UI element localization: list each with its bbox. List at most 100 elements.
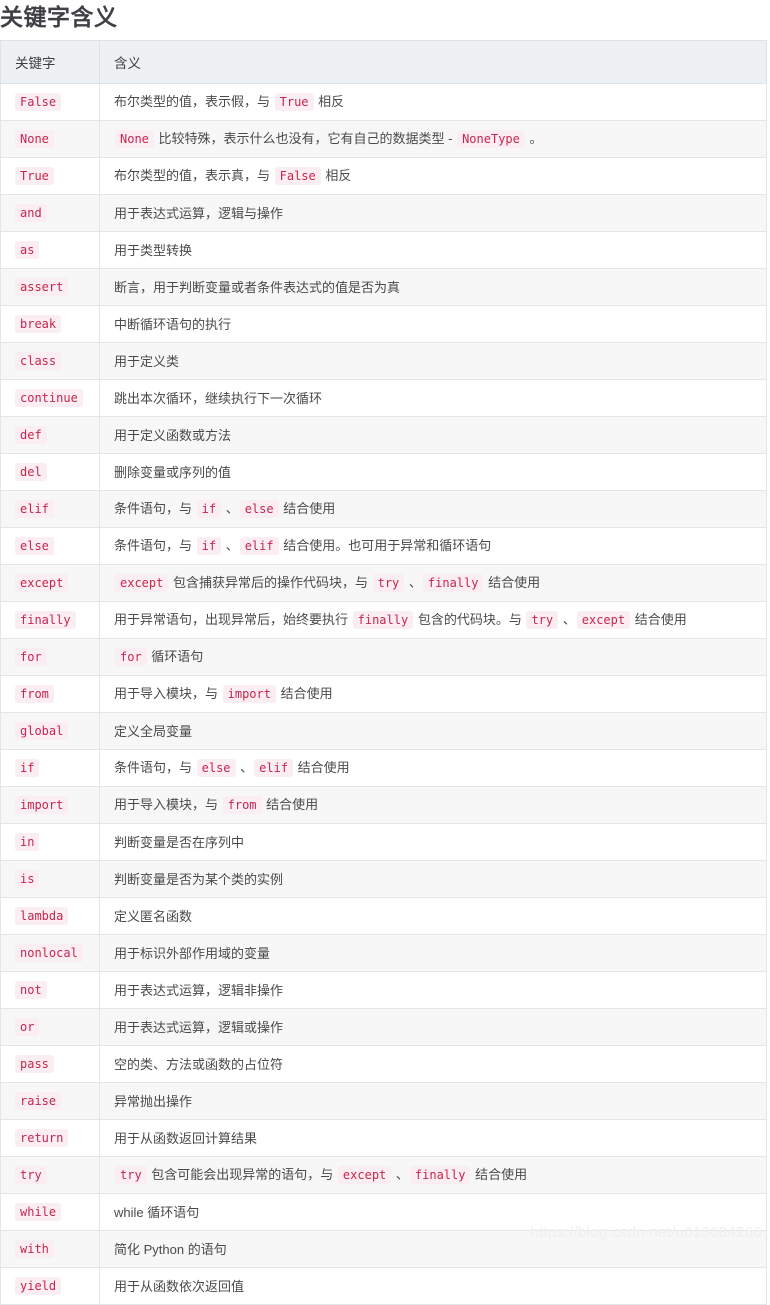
inline-code: NoneType — [457, 130, 525, 148]
table-row: pass 空的类、方法或函数的占位符 — [0, 1045, 767, 1083]
keyword-badge: and — [15, 204, 47, 222]
table-header: 关键字 含义 — [0, 40, 767, 84]
keyword-cell: nonlocal — [0, 934, 100, 972]
keyword-badge: break — [15, 315, 62, 333]
table-row: from 用于导入模块，与 import 结合使用 — [0, 675, 767, 713]
meaning-text-fragment: 包含可能会出现异常的语句，与 — [147, 1167, 337, 1182]
keyword-cell: global — [0, 712, 100, 750]
meaning-cell: 判断变量是否在序列中 — [99, 823, 767, 861]
meaning-text: 用于表达式运算，逻辑或操作 — [114, 1020, 283, 1035]
meaning-text: 用于表达式运算，逻辑非操作 — [114, 983, 283, 998]
meaning-text: 条件语句，与 else 、 elif 结合使用 — [114, 759, 350, 777]
keyword-badge: assert — [15, 278, 69, 296]
keyword-badge: def — [15, 426, 47, 444]
keyword-badge: except — [15, 574, 69, 592]
watermark: https://blog.csdn.net/u013084266 — [530, 1224, 762, 1241]
meaning-cell: 跳出本次循环，继续执行下一次循环 — [99, 379, 767, 417]
keyword-badge: nonlocal — [15, 944, 83, 962]
meaning-cell: 异常抛出操作 — [99, 1082, 767, 1120]
table-row: break 中断循环语句的执行 — [0, 305, 767, 343]
table-row: del 删除变量或序列的值 — [0, 453, 767, 491]
meaning-text: 定义匿名函数 — [114, 909, 192, 924]
keyword-badge: with — [15, 1240, 54, 1258]
meaning-text-fragment: 包含捕获异常后的操作代码块，与 — [169, 575, 372, 590]
meaning-text: for 循环语句 — [114, 648, 203, 666]
inline-code: try — [526, 611, 559, 629]
keyword-badge: or — [15, 1018, 40, 1036]
meaning-cell: for 循环语句 — [99, 638, 767, 676]
meaning-text: 布尔类型的值，表示假，与 True 相反 — [114, 93, 344, 111]
inline-code: elif — [254, 759, 294, 777]
table-row: yield 用于从函数依次返回值 — [0, 1267, 767, 1305]
meaning-text-fragment: 定义匿名函数 — [114, 908, 193, 924]
keyword-cell: class — [0, 342, 100, 380]
meaning-text-fragment: 、 — [236, 760, 254, 775]
meaning-text: 判断变量是否在序列中 — [114, 835, 244, 850]
meaning-text: while 循环语句 — [114, 1205, 199, 1220]
inline-code: None — [115, 130, 154, 148]
keyword-badge: if — [15, 759, 40, 777]
meaning-text-fragment: 结合使用 — [276, 686, 333, 701]
column-header-keyword: 关键字 — [0, 40, 100, 84]
meaning-text-fragment: 比较特殊，表示什么也没有，它有自己的数据类型 - — [154, 131, 457, 146]
meaning-text-fragment: 删除变量或序列的值 — [114, 464, 232, 480]
meaning-text-fragment: 空的类、方法或函数的占位符 — [114, 1056, 284, 1072]
meaning-text-fragment: 用于标识外部作用域的变量 — [114, 945, 271, 961]
meaning-text: 用于类型转换 — [114, 243, 192, 258]
meaning-text-fragment: 结合使用 — [294, 760, 350, 775]
keyword-badge: continue — [15, 389, 83, 407]
table-row: None None 比较特殊，表示什么也没有，它有自己的数据类型 - NoneTy… — [0, 120, 767, 158]
keyword-cell: in — [0, 823, 100, 861]
table-body: False 布尔类型的值，表示假，与 True 相反 None None 比较特殊，表… — [0, 83, 767, 1305]
keyword-cell: assert — [0, 268, 100, 306]
meaning-text-fragment: 结合使用 — [279, 501, 336, 516]
table-row: is 判断变量是否为某个类的实例 — [0, 860, 767, 898]
meaning-text-fragment: 用于类型转换 — [114, 242, 193, 258]
keyword-badge: del — [15, 463, 47, 481]
meaning-text-fragment: 结合使用。也可用于异常和循环语句 — [279, 538, 492, 553]
meaning-cell: 用于异常语句，出现异常后，始终要执行 finally 包含的代码块。与 try … — [99, 601, 767, 639]
keyword-cell: except — [0, 564, 100, 602]
meaning-text-fragment: 用于导入模块，与 — [114, 686, 222, 701]
keyword-cell: while — [0, 1193, 100, 1231]
table-row: or 用于表达式运算，逻辑或操作 — [0, 1008, 767, 1046]
inline-code: except — [337, 1166, 392, 1184]
meaning-text: 用于定义类 — [114, 354, 179, 369]
keyword-badge: class — [15, 352, 62, 370]
keyword-cell: True — [0, 157, 100, 195]
inline-code: if — [196, 500, 222, 518]
meaning-text-fragment: 用于异常语句，出现异常后，始终要执行 — [114, 612, 352, 627]
meaning-text-fragment: 用于定义类 — [114, 353, 180, 369]
meaning-cell: 条件语句，与 else 、 elif 结合使用 — [99, 749, 767, 787]
keyword-cell: del — [0, 453, 100, 491]
keyword-badge: else — [15, 537, 54, 555]
meaning-cell: 用于标识外部作用域的变量 — [99, 934, 767, 972]
inline-code: except — [576, 611, 631, 629]
table-row: continue 跳出本次循环，继续执行下一次循环 — [0, 379, 767, 417]
keyword-cell: finally — [0, 601, 100, 639]
keyword-cell: break — [0, 305, 100, 343]
keyword-cell: import — [0, 786, 100, 824]
meaning-text-fragment: 定义全局变量 — [114, 723, 193, 739]
keyword-cell: pass — [0, 1045, 100, 1083]
keyword-badge: pass — [15, 1055, 54, 1073]
keyword-badge: return — [15, 1129, 69, 1147]
keyword-badge: not — [15, 981, 47, 999]
table-row: def 用于定义函数或方法 — [0, 416, 767, 454]
meaning-cell: None 比较特殊，表示什么也没有，它有自己的数据类型 - NoneType 。 — [99, 120, 767, 158]
table-row: return 用于从函数返回计算结果 — [0, 1119, 767, 1157]
meaning-text-fragment: 结合使用 — [262, 797, 319, 812]
meaning-text: 异常抛出操作 — [114, 1094, 192, 1109]
meaning-text-fragment: 相反 — [321, 168, 352, 183]
meaning-text-fragment: 、 — [222, 501, 239, 516]
keyword-cell: try — [0, 1156, 100, 1194]
table-row: as 用于类型转换 — [0, 231, 767, 269]
meaning-text-fragment: 用于定义函数或方法 — [114, 427, 232, 443]
keyword-badge: while — [15, 1203, 62, 1221]
keyword-badge: global — [15, 722, 69, 740]
meaning-cell: 用于表达式运算，逻辑与操作 — [99, 194, 767, 232]
meaning-cell: 断言，用于判断变量或者条件表达式的值是否为真 — [99, 268, 767, 306]
inline-code: try — [372, 574, 405, 592]
meaning-cell: 用于定义函数或方法 — [99, 416, 767, 454]
keyword-cell: def — [0, 416, 100, 454]
